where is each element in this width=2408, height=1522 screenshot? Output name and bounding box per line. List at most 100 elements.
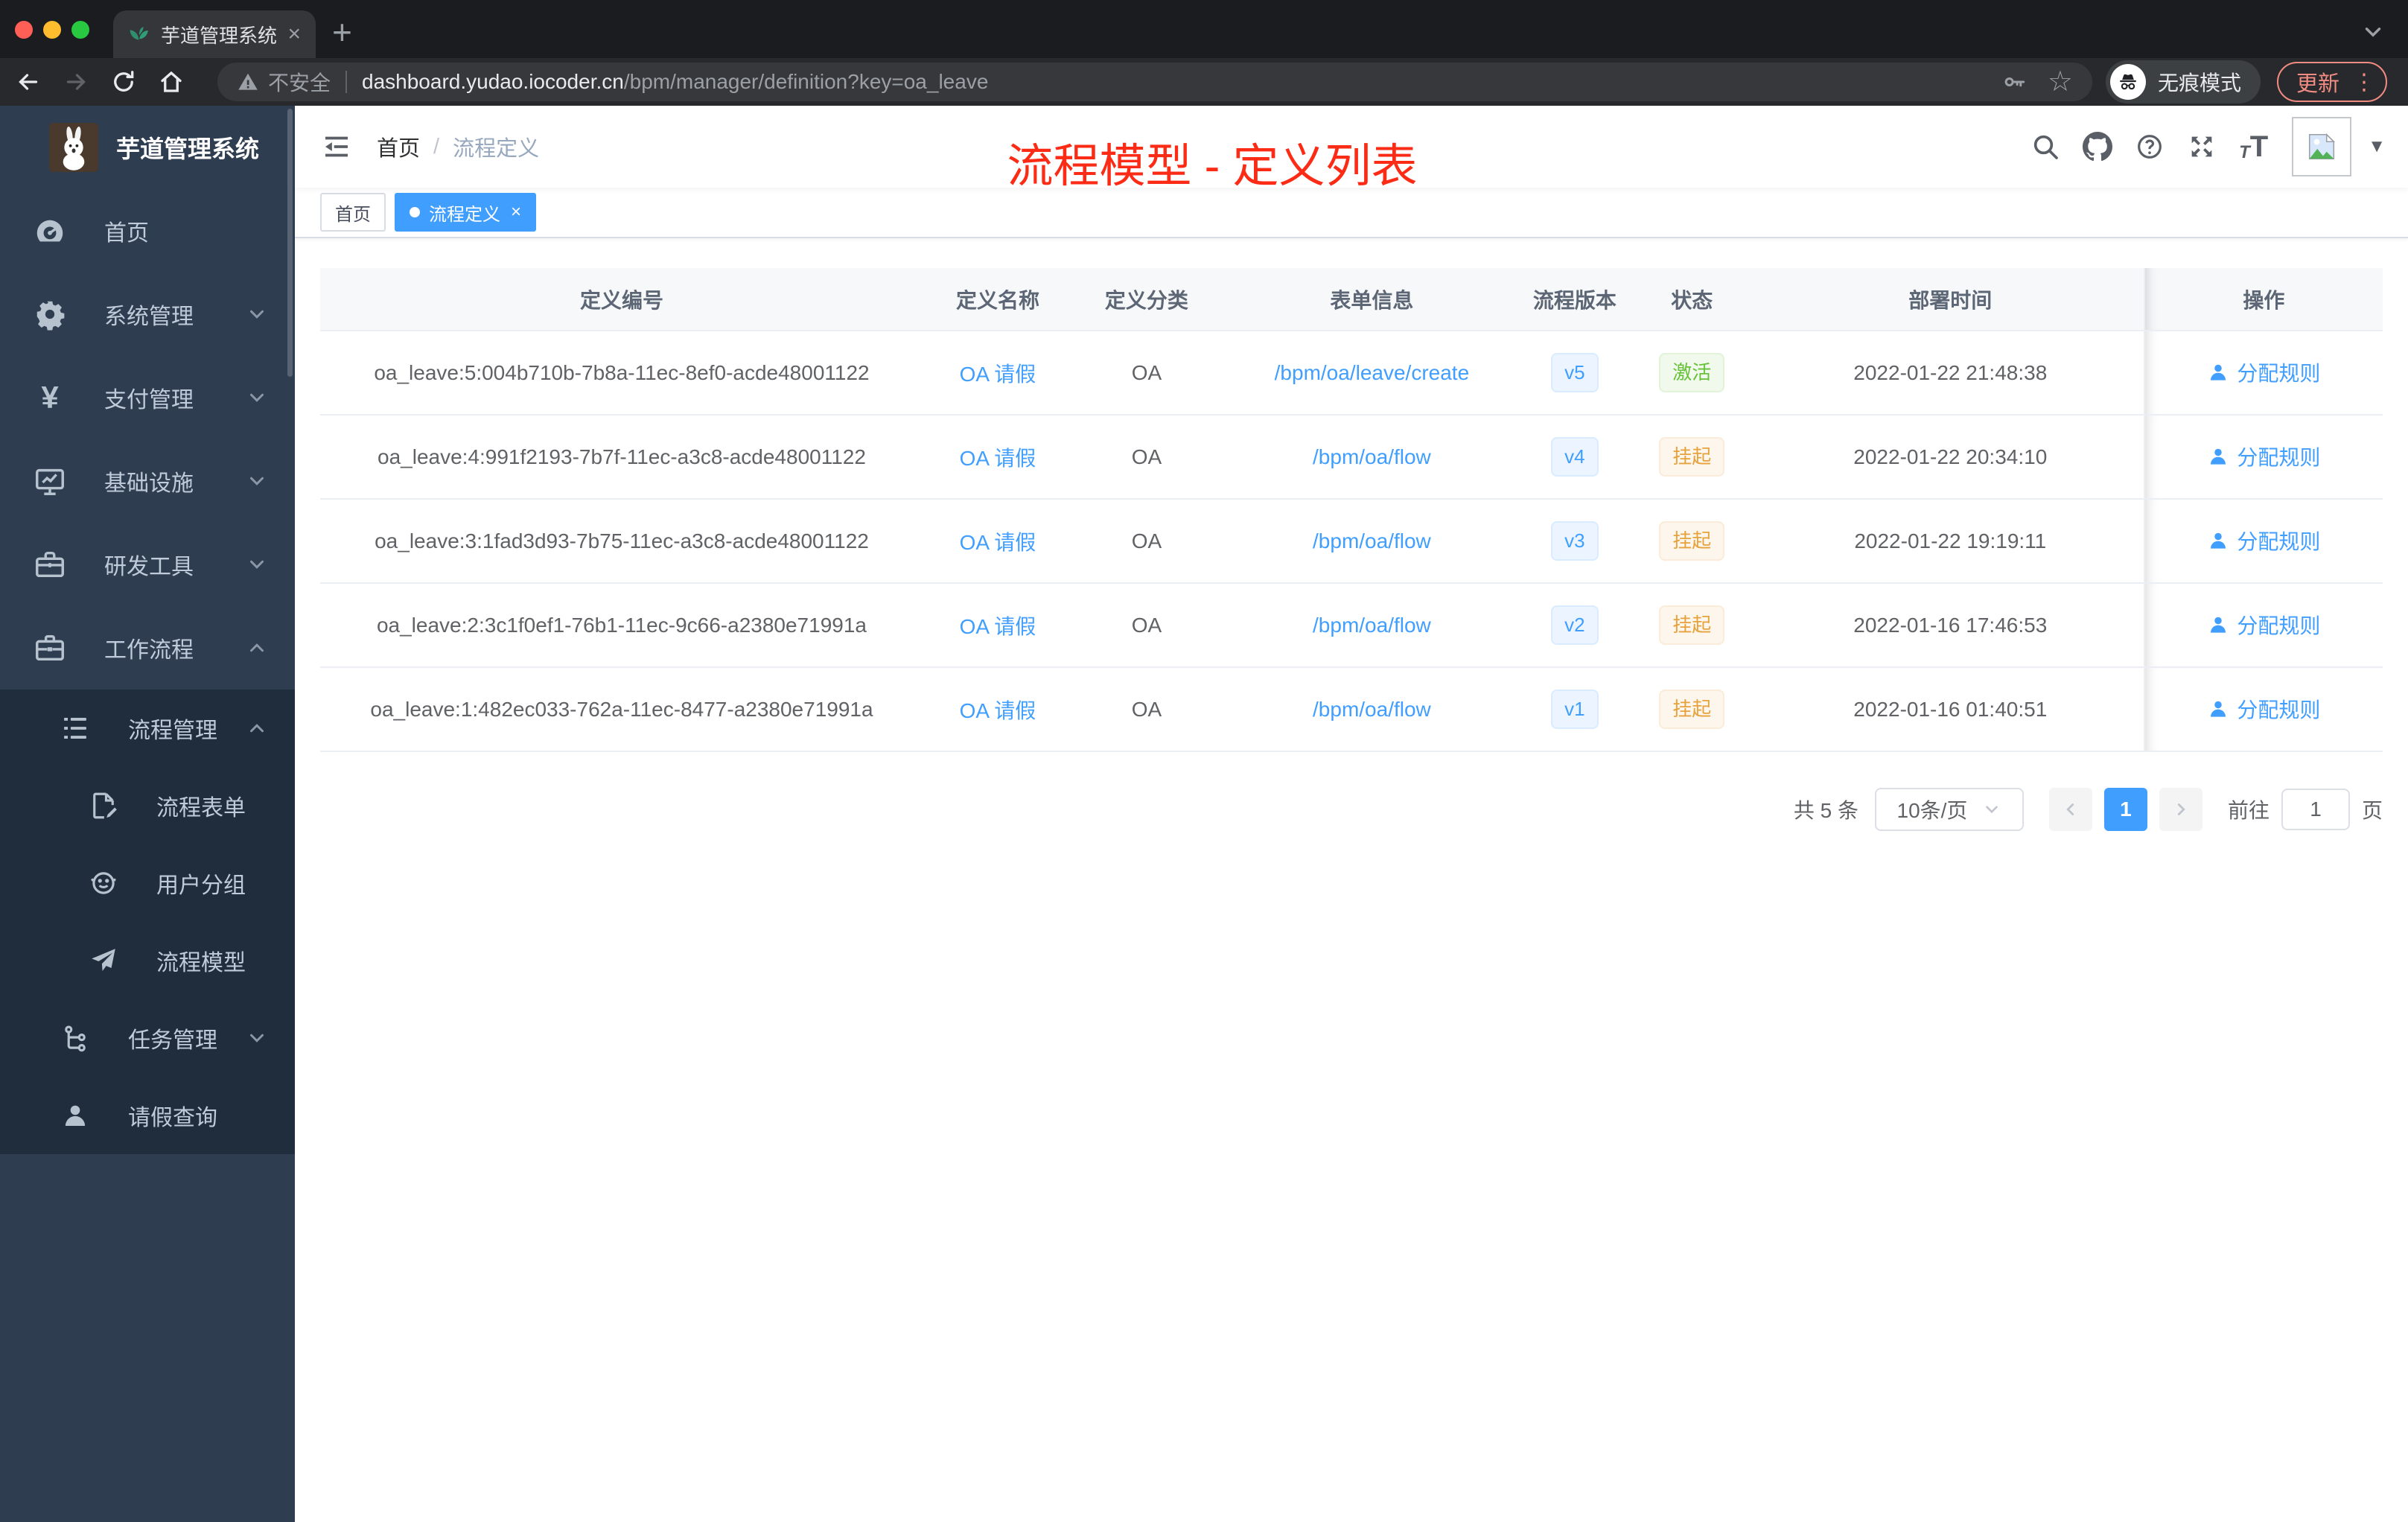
definition-id-cell: oa_leave:2:3c1f0ef1-76b1-11ec-9c66-a2380…: [320, 583, 923, 668]
page-size-select[interactable]: 10条/页: [1874, 788, 2024, 831]
assign-rule-link[interactable]: 分配规则: [2207, 357, 2320, 387]
password-key-icon[interactable]: [2001, 69, 2027, 95]
minimize-window-button[interactable]: [43, 21, 61, 39]
bookmark-star-icon[interactable]: ☆: [2048, 68, 2073, 96]
reload-icon[interactable]: [110, 69, 137, 95]
navbar-actions: TT ▼: [2008, 117, 2386, 176]
sidebar-item-label: 首页: [104, 221, 149, 246]
sidebar-item-label: 基础设施: [104, 471, 194, 496]
avatar-caret-icon[interactable]: ▼: [2368, 136, 2386, 157]
form-info-link[interactable]: /bpm/oa/leave/create: [1275, 361, 1470, 384]
sidebar-logo[interactable]: 芋道管理系统: [0, 106, 295, 189]
tag-home[interactable]: 首页: [320, 193, 386, 232]
sidebar-item-label: 请假查询: [128, 1106, 217, 1130]
chevron-down-icon: [246, 1027, 268, 1049]
sidebar-item-workflow[interactable]: 工作流程: [0, 606, 295, 690]
pagination: 共 5 条 10条/页 1 前往 1 页: [320, 788, 2383, 831]
browser-menu-icon[interactable]: ⋮: [2353, 69, 2375, 95]
sidebar-item-infra[interactable]: 基础设施: [0, 439, 295, 523]
tab-title: 芋道管理系统: [161, 24, 278, 47]
assign-rule-link[interactable]: 分配规则: [2207, 526, 2320, 555]
table-row: oa_leave:4:991f2193-7b7f-11ec-a3c8-acde4…: [320, 415, 2383, 500]
tab-close-icon[interactable]: ×: [287, 23, 301, 45]
search-icon[interactable]: [2030, 132, 2060, 162]
main-area: 首页 / 流程定义 流程模型 - 定义列表 T T ▼ 首页 流程定义 × 定义…: [295, 106, 2408, 1522]
sidebar-item-system[interactable]: 系统管理: [0, 273, 295, 356]
col-status: 状态: [1626, 268, 1757, 331]
address-bar[interactable]: 不安全 dashboard.yudao.iocoder.cn /bpm/mana…: [217, 63, 2092, 101]
page-1-button[interactable]: 1: [2103, 788, 2147, 831]
chevron-down-icon: [246, 470, 268, 492]
chrome-update-button[interactable]: 更新 ⋮: [2276, 62, 2387, 102]
form-info-link[interactable]: /bpm/oa/flow: [1313, 445, 1431, 468]
incognito-badge: 无痕模式: [2105, 60, 2261, 104]
goto-label: 前往: [2227, 799, 2270, 822]
definition-name-link[interactable]: OA 请假: [960, 531, 1036, 554]
not-secure-warning-icon[interactable]: [237, 71, 259, 93]
not-secure-label: 不安全: [268, 71, 331, 95]
sidebar-item-process-mgmt[interactable]: 流程管理: [0, 690, 295, 767]
new-tab-button[interactable]: +: [332, 15, 352, 49]
sidebar-item-payment[interactable]: ¥ 支付管理: [0, 356, 295, 439]
definition-name-link[interactable]: OA 请假: [960, 363, 1036, 386]
help-icon[interactable]: [2135, 132, 2165, 162]
assign-rule-link[interactable]: 分配规则: [2207, 610, 2320, 640]
sidebar-item-user-group[interactable]: 用户分组: [0, 844, 295, 922]
monitor-icon: [33, 464, 67, 498]
next-page-button[interactable]: [2159, 788, 2202, 831]
sidebar-item-home[interactable]: 首页: [0, 189, 295, 273]
breadcrumb-home[interactable]: 首页: [377, 131, 420, 162]
category-cell: OA: [1071, 583, 1221, 668]
back-icon[interactable]: [15, 69, 42, 95]
github-icon[interactable]: [2083, 132, 2113, 162]
prev-page-button[interactable]: [2048, 788, 2092, 831]
status-badge: 挂起: [1659, 605, 1725, 645]
category-cell: OA: [1071, 331, 1221, 415]
fullscreen-icon[interactable]: [2187, 132, 2217, 162]
close-window-button[interactable]: [15, 21, 33, 39]
col-definition-id: 定义编号: [320, 268, 923, 331]
category-cell: OA: [1071, 415, 1221, 500]
tag-process-definition[interactable]: 流程定义 ×: [395, 193, 537, 232]
font-size-icon[interactable]: TT: [2239, 132, 2268, 162]
avatar[interactable]: [2292, 117, 2352, 176]
definition-id-cell: oa_leave:4:991f2193-7b7f-11ec-a3c8-acde4…: [320, 415, 923, 500]
status-badge: 挂起: [1659, 690, 1725, 729]
definition-name-link[interactable]: OA 请假: [960, 699, 1036, 722]
update-label: 更新: [2296, 72, 2339, 96]
sidebar-item-label: 流程模型: [156, 951, 246, 975]
sidebar-collapse-icon[interactable]: [322, 132, 351, 162]
user-icon: [2211, 364, 2226, 380]
sidebar-item-devtools[interactable]: 研发工具: [0, 523, 295, 606]
chevron-down-icon: [246, 303, 268, 325]
goto-page-input[interactable]: [2281, 789, 2350, 830]
col-definition-name: 定义名称: [923, 268, 1072, 331]
sidebar-item-task-mgmt[interactable]: 任务管理: [0, 999, 295, 1077]
assign-rule-link[interactable]: 分配规则: [2207, 442, 2320, 471]
form-info-link[interactable]: /bpm/oa/flow: [1313, 614, 1431, 637]
tab-search-icon[interactable]: [2360, 19, 2386, 45]
definition-name-link[interactable]: OA 请假: [960, 615, 1036, 638]
home-icon[interactable]: [158, 69, 185, 95]
sidebar-item-process-model[interactable]: 流程模型: [0, 922, 295, 999]
definition-name-link[interactable]: OA 请假: [960, 447, 1036, 470]
form-info-link[interactable]: /bpm/oa/flow: [1313, 529, 1431, 553]
assign-rule-link[interactable]: 分配规则: [2207, 694, 2320, 724]
yen-icon: ¥: [41, 380, 59, 415]
sidebar-scrollbar[interactable]: [287, 109, 293, 377]
table-header-row: 定义编号 定义名称 定义分类 表单信息 流程版本 状态 部署时间 操作: [320, 268, 2383, 331]
tag-close-icon[interactable]: ×: [511, 203, 521, 221]
sidebar-item-process-form[interactable]: 流程表单: [0, 767, 295, 844]
browser-tab[interactable]: 芋道管理系统 ×: [113, 10, 316, 58]
page-unit-label: 页: [2361, 799, 2383, 822]
task-flow-icon: [60, 1022, 91, 1054]
forward-icon[interactable]: [63, 69, 89, 95]
definition-id-cell: oa_leave:5:004b710b-7b8a-11ec-8ef0-acde4…: [320, 331, 923, 415]
person-icon: [60, 1100, 91, 1131]
tab-strip: 芋道管理系统 × +: [0, 0, 2408, 58]
deploy-time-cell: 2022-01-22 21:48:38: [1756, 331, 2144, 415]
page-content: 定义编号 定义名称 定义分类 表单信息 流程版本 状态 部署时间 操作 oa_l…: [295, 238, 2408, 831]
maximize-window-button[interactable]: [71, 21, 89, 39]
form-info-link[interactable]: /bpm/oa/flow: [1313, 698, 1431, 721]
sidebar-item-leave-query[interactable]: 请假查询: [0, 1077, 295, 1154]
